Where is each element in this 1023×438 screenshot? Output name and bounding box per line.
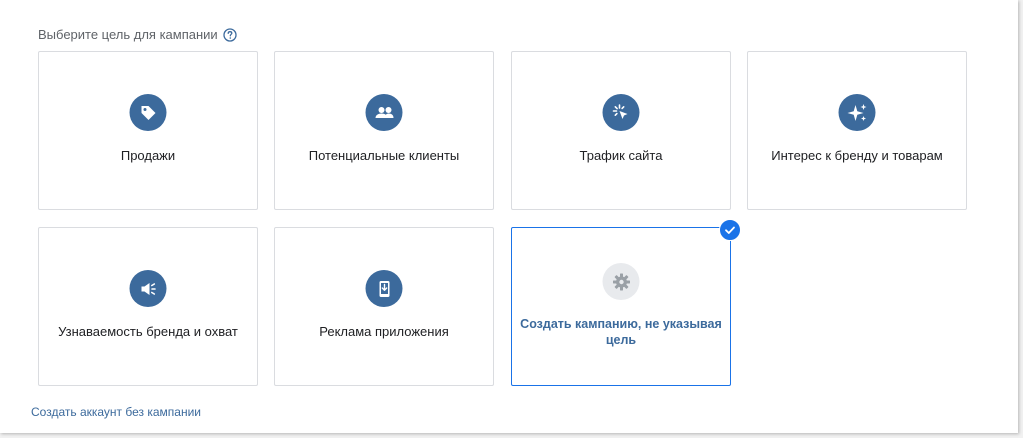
goal-card-app-promotion[interactable]: Реклама приложения bbox=[274, 227, 494, 386]
goal-card-leads[interactable]: Потенциальные клиенты bbox=[274, 51, 494, 210]
goal-card-label: Потенциальные клиенты bbox=[308, 148, 460, 163]
goal-card-label: Создать кампанию, не указывая цель bbox=[520, 317, 722, 347]
help-icon[interactable] bbox=[223, 27, 237, 42]
cursor-click-icon bbox=[602, 94, 640, 131]
tag-icon bbox=[129, 94, 167, 131]
create-account-without-campaign-link[interactable]: Создать аккаунт без кампании bbox=[31, 405, 201, 419]
goal-card-sales[interactable]: Продажи bbox=[38, 51, 258, 210]
goal-card-label: Реклама приложения bbox=[319, 324, 449, 339]
goal-card-brand-awareness[interactable]: Узнаваемость бренда и охват bbox=[38, 227, 258, 386]
goal-heading: Выберите цель для кампании bbox=[38, 27, 237, 42]
goal-card-website-traffic[interactable]: Трафик сайта bbox=[511, 51, 731, 210]
goal-heading-text: Выберите цель для кампании bbox=[38, 27, 218, 42]
goal-selection-panel: Выберите цель для кампании Продажи Потен… bbox=[0, 0, 1018, 433]
goal-card-label: Интерес к бренду и товарам bbox=[771, 148, 943, 163]
phone-download-icon bbox=[365, 270, 403, 307]
goal-card-label: Трафик сайта bbox=[579, 148, 663, 163]
goal-card-label: Продажи bbox=[120, 148, 176, 163]
sparkle-icon bbox=[838, 94, 876, 131]
gear-icon bbox=[602, 263, 640, 300]
speaker-icon bbox=[129, 270, 167, 307]
goal-card-brand-consideration[interactable]: Интерес к бренду и товарам bbox=[747, 51, 967, 210]
goal-card-label: Узнаваемость бренда и охват bbox=[58, 324, 238, 339]
check-icon bbox=[719, 219, 741, 241]
goal-card-no-goal[interactable]: Создать кампанию, не указывая цель bbox=[511, 219, 741, 386]
people-icon bbox=[365, 94, 403, 131]
